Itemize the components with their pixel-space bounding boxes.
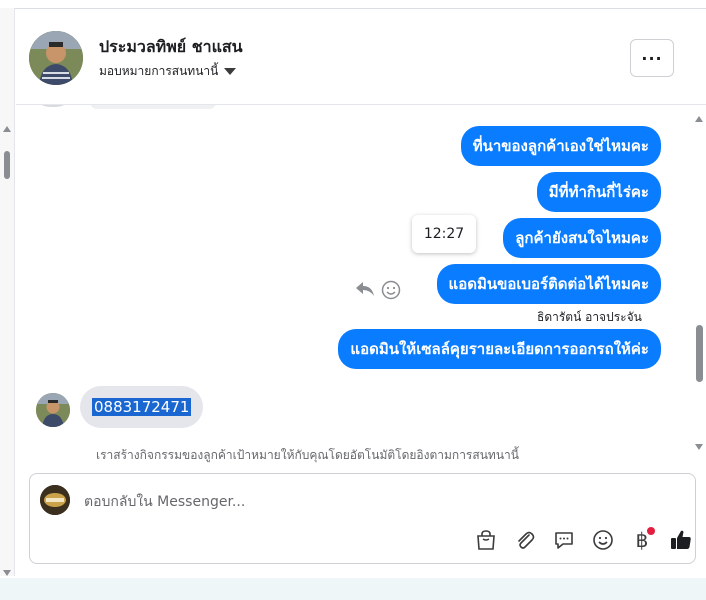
outgoing-message[interactable]: ที่นาของลูกค้าเองใช่ไหมคะ — [460, 126, 661, 166]
partial-avatar — [40, 105, 66, 107]
more-dots-icon: ··· — [641, 48, 663, 68]
scroll-down-arrow-icon[interactable] — [3, 570, 11, 576]
contact-name[interactable]: ประมวลทิพย์ ชาแสน — [99, 35, 243, 60]
scroll-thumb[interactable] — [696, 325, 703, 382]
reply-composer: ฿ — [29, 473, 696, 564]
scroll-down-arrow-icon[interactable] — [695, 444, 703, 450]
scroll-thumb[interactable] — [4, 151, 10, 179]
outgoing-message[interactable]: มีที่ทำกินกี่ไร่คะ — [536, 172, 661, 212]
page-bottom-background — [0, 578, 706, 600]
outgoing-message[interactable]: ลูกค้ายังสนใจไหมคะ — [503, 218, 661, 258]
thumbs-up-icon[interactable] — [668, 527, 694, 553]
contact-avatar-small[interactable] — [36, 393, 70, 427]
timestamp-tooltip: 12:27 — [412, 215, 476, 253]
message-thread[interactable]: ที่นาของลูกค้าเองใช่ไหมคะ มีที่ทำกินกี่ไ… — [16, 105, 692, 468]
emoji-icon[interactable] — [590, 527, 616, 553]
baht-icon[interactable]: ฿ — [629, 527, 655, 553]
outgoing-message[interactable]: แอดมินให้เซลล์คุยรายละเอียดการออกรถให้ค่… — [338, 329, 661, 369]
system-note: เราสร้างกิจกรรมของลูกค้าเป้าหมายให้กับคุ… — [96, 448, 519, 462]
caret-down-icon — [224, 68, 237, 75]
reply-arrow-icon[interactable] — [355, 280, 375, 298]
outgoing-message[interactable]: แอดมินขอเบอร์ติดต่อได้ไหมคะ — [436, 264, 661, 304]
chat-bubble-icon[interactable] — [551, 527, 577, 553]
composer-toolbar: ฿ — [460, 526, 694, 554]
scroll-up-arrow-icon[interactable] — [3, 126, 11, 132]
notification-dot — [647, 527, 655, 535]
phone-number[interactable]: 0883172471 — [92, 398, 192, 416]
smiley-icon[interactable] — [381, 280, 401, 300]
sender-name: ธิดารัตน์ อาจประจัน — [537, 310, 642, 324]
scroll-up-arrow-icon[interactable] — [695, 116, 703, 122]
paperclip-icon[interactable] — [512, 527, 538, 553]
reply-input[interactable] — [84, 488, 644, 516]
incoming-message[interactable]: 0883172471 — [80, 386, 204, 428]
page-scrollbar[interactable] — [0, 8, 15, 576]
assign-conversation-dropdown[interactable]: มอบหมายการสนทนานี้ — [99, 62, 237, 81]
contact-avatar[interactable] — [29, 31, 83, 85]
shopping-bag-icon[interactable] — [473, 527, 499, 553]
thread-scrollbar[interactable] — [692, 110, 706, 455]
partial-message-bubble — [90, 105, 216, 109]
more-options-button[interactable]: ··· — [630, 39, 674, 77]
assign-label: มอบหมายการสนทนานี้ — [99, 64, 219, 78]
page-avatar — [40, 485, 70, 515]
conversation-header: ประมวลทิพย์ ชาแสน มอบหมายการสนทนานี้ ··· — [16, 9, 706, 105]
